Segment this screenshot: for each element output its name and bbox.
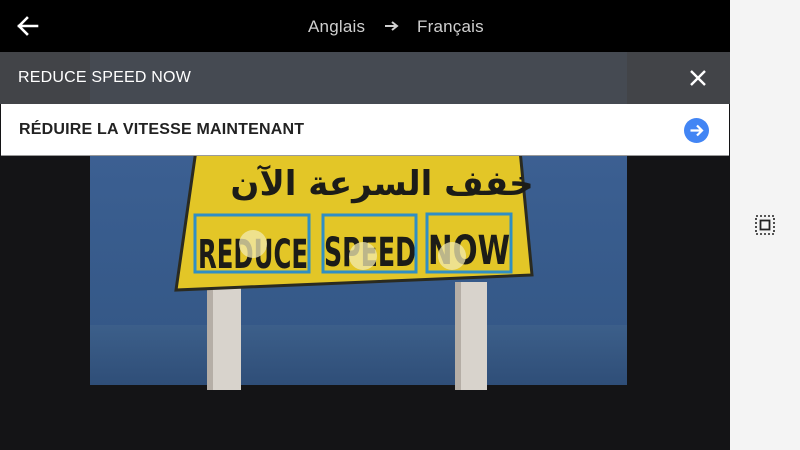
word-select-dot-now[interactable] <box>438 242 466 270</box>
word-select-dot-speed[interactable] <box>349 242 377 270</box>
close-icon <box>690 70 706 86</box>
arrow-right-icon <box>385 21 399 31</box>
sign-post-left-shade <box>207 285 213 390</box>
language-bar: Anglais Français <box>0 0 730 52</box>
source-language-button[interactable]: Anglais <box>308 17 365 37</box>
translation-text: RÉDUIRE LA VITESSE MAINTENANT <box>19 121 305 138</box>
translation-result-bar[interactable]: RÉDUIRE LA VITESSE MAINTENANT <box>1 104 729 156</box>
sign-post-right-shade <box>455 282 461 390</box>
word-select-dot-reduce[interactable] <box>239 230 267 258</box>
side-panel <box>730 0 800 450</box>
arrow-circle-right-icon <box>690 124 704 137</box>
select-all-icon <box>755 215 775 235</box>
close-button[interactable] <box>684 64 712 92</box>
source-text: REDUCE SPEED NOW <box>18 69 191 86</box>
select-all-button[interactable] <box>754 214 776 236</box>
camera-translate-screen: خفف السرعة الآن REDUCE SPEED NOW Anglais… <box>0 0 800 450</box>
target-language-button[interactable]: Français <box>417 17 484 37</box>
source-text-bar: REDUCE SPEED NOW <box>0 52 730 104</box>
open-translation-button[interactable] <box>684 118 709 143</box>
arrow-left-icon <box>17 16 39 36</box>
back-button[interactable] <box>12 10 44 42</box>
sign-arabic-text: خفف السرعة الآن <box>230 164 533 204</box>
